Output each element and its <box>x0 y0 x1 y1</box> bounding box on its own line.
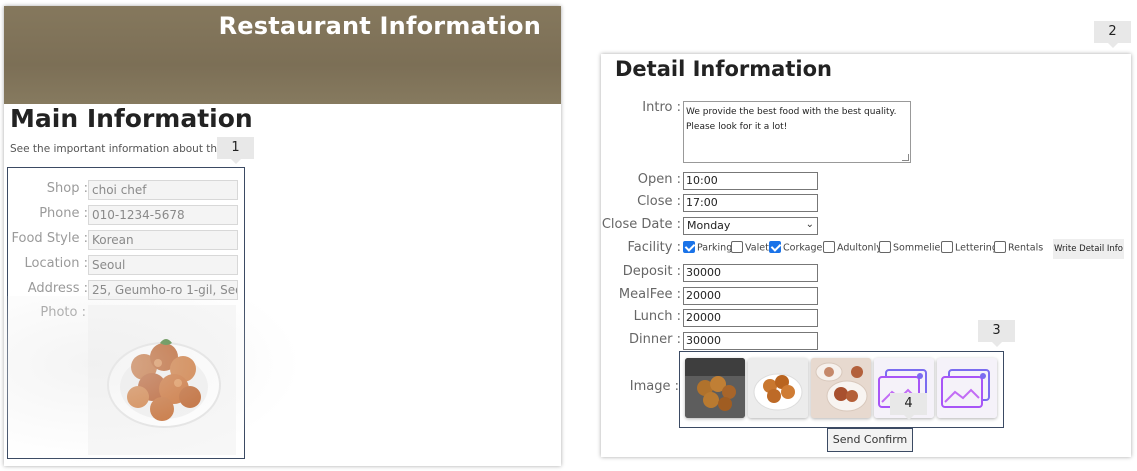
phone-label: Phone : <box>39 206 88 221</box>
phone-field[interactable]: 010-1234-5678 <box>88 205 238 225</box>
callout-2: 2 <box>1094 21 1131 48</box>
valet-checkbox[interactable] <box>731 241 743 253</box>
photo-label: Photo : <box>40 305 86 320</box>
food-image-2[interactable] <box>748 358 808 418</box>
image-gallery <box>679 351 1004 428</box>
shop-row: Shop : choi chef <box>8 180 244 200</box>
facility-parking[interactable]: Parking <box>683 241 733 256</box>
parking-text: Parking <box>697 242 733 254</box>
shop-label: Shop : <box>46 181 88 196</box>
facility-label: Facility : <box>627 240 681 255</box>
intro-text-line-2: Please look for it a lot! <box>686 122 788 132</box>
mealfee-label: MealFee : <box>618 287 681 302</box>
food-photo-icon <box>811 358 871 418</box>
write-detail-info-button[interactable]: Write Detail Info <box>1053 239 1124 259</box>
lettering-text: Lettering <box>955 242 998 254</box>
banner-title: Restaurant Information <box>218 12 541 40</box>
detail-info-panel: Detail Information Intro : We provide th… <box>601 54 1131 457</box>
address-row: Address : 25, Geumho-ro 1-gil, Seo <box>8 280 244 300</box>
facility-corkage[interactable]: Corkage <box>769 241 823 256</box>
dinner-label: Dinner : <box>629 332 681 347</box>
image-label: Image : <box>629 379 679 394</box>
deposit-label: Deposit : <box>622 264 681 279</box>
corkage-checkbox[interactable] <box>769 241 781 253</box>
adultonly-text: Adultonly <box>837 242 882 254</box>
facility-checkboxes: Parking Valet Corkage Adultonly Sommelie… <box>683 241 1063 258</box>
callout-4: 4 <box>890 393 927 420</box>
corkage-text: Corkage <box>783 242 823 254</box>
detail-info-title: Detail Information <box>615 57 832 81</box>
food-style-field[interactable]: Korean <box>88 230 238 250</box>
parking-checkbox[interactable] <box>683 241 695 253</box>
banner: Restaurant Information <box>4 6 561 104</box>
open-time-input[interactable]: 10:00 <box>683 172 818 190</box>
rentals-text: Rentals <box>1008 242 1044 254</box>
food-photo-icon <box>685 358 745 418</box>
dinner-input[interactable]: 30000 <box>683 332 818 350</box>
food-style-label: Food Style : <box>11 231 88 246</box>
main-info-title: Main Information <box>10 104 253 133</box>
shop-field[interactable]: choi chef <box>88 180 238 200</box>
food-image-3[interactable] <box>811 358 871 418</box>
close-date-label: Close Date : <box>601 217 681 232</box>
mealfee-input[interactable]: 20000 <box>683 287 818 305</box>
callout-3: 3 <box>978 320 1015 347</box>
callout-1: 1 <box>217 137 254 164</box>
resize-handle-icon[interactable] <box>902 154 909 161</box>
fried-chicken-photo-icon <box>107 339 221 428</box>
image-placeholder-icon <box>937 358 997 418</box>
sommelier-text: Sommelier <box>893 242 945 254</box>
close-date-select[interactable]: Monday ⌄ <box>683 217 818 235</box>
lunch-label: Lunch : <box>633 309 681 324</box>
address-field[interactable]: 25, Geumho-ro 1-gil, Seo <box>88 280 238 300</box>
lettering-checkbox[interactable] <box>941 241 953 253</box>
main-info-box: Shop : choi chef Phone : 010-1234-5678 F… <box>7 167 245 459</box>
food-style-row: Food Style : Korean <box>8 230 244 250</box>
valet-text: Valet <box>745 242 769 254</box>
close-date-value: Monday <box>687 219 731 232</box>
location-row: Location : Seoul <box>8 255 244 275</box>
main-info-panel: Restaurant Information Main Information … <box>4 6 561 466</box>
food-image-1[interactable] <box>685 358 745 418</box>
adultonly-checkbox[interactable] <box>823 241 835 253</box>
main-info-subtitle: See the important information about the … <box>10 143 243 155</box>
intro-label: Intro : <box>642 100 681 115</box>
image-placeholder-5[interactable] <box>937 358 997 418</box>
location-label: Location : <box>24 256 89 271</box>
sommelier-checkbox[interactable] <box>879 241 891 253</box>
lunch-input[interactable]: 20000 <box>683 309 818 327</box>
rentals-checkbox[interactable] <box>994 241 1006 253</box>
facility-sommelier[interactable]: Sommelier <box>879 241 945 256</box>
open-label: Open : <box>637 172 681 187</box>
close-time-input[interactable]: 17:00 <box>683 194 818 212</box>
send-confirm-button[interactable]: Send Confirm <box>827 428 913 452</box>
food-photo-icon <box>748 358 808 418</box>
restaurant-photo <box>88 305 236 455</box>
facility-rentals[interactable]: Rentals <box>994 241 1044 256</box>
deposit-input[interactable]: 30000 <box>683 264 818 282</box>
phone-row: Phone : 010-1234-5678 <box>8 205 244 225</box>
location-field[interactable]: Seoul <box>88 255 238 275</box>
facility-lettering[interactable]: Lettering <box>941 241 998 256</box>
chevron-down-icon: ⌄ <box>805 219 814 230</box>
facility-adultonly[interactable]: Adultonly <box>823 241 882 256</box>
facility-valet[interactable]: Valet <box>731 241 769 256</box>
address-label: Address : <box>27 281 88 296</box>
intro-text-line-1: We provide the best food with the best q… <box>686 107 897 117</box>
intro-textarea[interactable]: We provide the best food with the best q… <box>683 101 911 163</box>
close-label: Close : <box>637 194 681 209</box>
